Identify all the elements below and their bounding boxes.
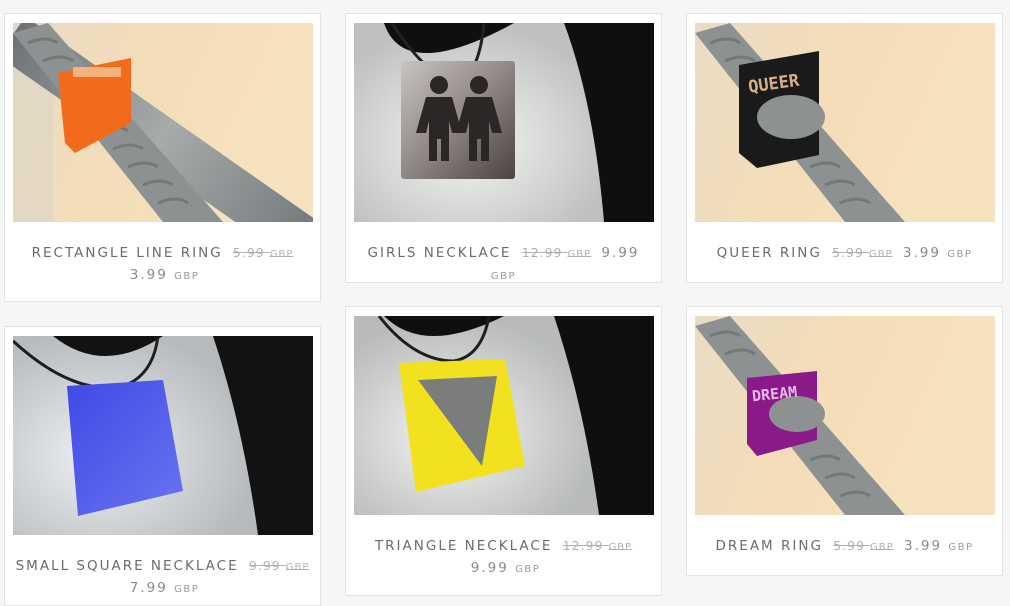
sale-price: 7.99 xyxy=(129,580,168,596)
product-name[interactable]: QUEER RING xyxy=(717,245,822,261)
currency: GBP xyxy=(947,249,973,260)
product-caption: TRIANGLE NECKLACE 12.99 GBP 9.99 GBP xyxy=(346,535,661,580)
product-image-rectangle-line-ring[interactable] xyxy=(13,23,313,222)
product-card-girls-necklace[interactable]: GIRLS NECKLACE 12.99 GBP 9.99 GBP xyxy=(345,13,662,283)
product-name[interactable]: DREAM RING xyxy=(716,538,823,554)
old-price: 12.99 GBP xyxy=(521,245,592,260)
currency: GBP xyxy=(174,271,200,282)
old-price: 9.99 GBP xyxy=(248,558,310,573)
product-image-small-square-necklace[interactable] xyxy=(13,336,313,535)
sale-price: 3.99 xyxy=(903,538,943,554)
product-image-dream-ring[interactable]: DREAM xyxy=(695,316,995,515)
product-card-dream-ring[interactable]: DREAM DREAM RING 5.99 GBP 3.99 GBP xyxy=(686,306,1003,576)
product-card-rectangle-line-ring[interactable]: RECTANGLE LINE RING 5.99 GBP 3.99 GBP xyxy=(4,13,321,302)
sale-price: 3.99 xyxy=(902,245,941,261)
product-image-queer-ring[interactable]: QUEER xyxy=(695,23,995,222)
currency: GBP xyxy=(490,271,517,282)
sale-price: 9.99 xyxy=(601,245,640,261)
sale-price: 3.99 xyxy=(129,267,168,283)
old-price: 12.99 GBP xyxy=(562,538,633,553)
product-image-triangle-necklace[interactable] xyxy=(354,316,654,515)
product-name[interactable]: SMALL SQUARE NECKLACE xyxy=(16,558,239,574)
product-caption: QUEER RING 5.99 GBP 3.99 GBP xyxy=(687,242,1002,265)
product-caption: RECTANGLE LINE RING 5.99 GBP 3.99 GBP xyxy=(5,242,320,287)
currency: GBP xyxy=(948,542,974,553)
product-card-queer-ring[interactable]: QUEER QUEER RING 5.99 GBP 3.99 GBP xyxy=(686,13,1003,283)
product-caption: GIRLS NECKLACE 12.99 GBP 9.99 GBP xyxy=(346,242,661,287)
product-card-small-square-necklace[interactable]: SMALL SQUARE NECKLACE 9.99 GBP 7.99 GBP xyxy=(4,326,321,606)
product-name[interactable]: RECTANGLE LINE RING xyxy=(32,245,223,261)
product-card-triangle-necklace[interactable]: TRIANGLE NECKLACE 12.99 GBP 9.99 GBP xyxy=(345,306,662,596)
product-name[interactable]: GIRLS NECKLACE xyxy=(368,245,512,261)
product-caption: SMALL SQUARE NECKLACE 9.99 GBP 7.99 GBP xyxy=(5,555,320,600)
sale-price: 9.99 xyxy=(470,560,509,576)
old-price: 5.99 GBP xyxy=(832,245,893,260)
old-price: 5.99 GBP xyxy=(232,245,294,260)
product-caption: DREAM RING 5.99 GBP 3.99 GBP xyxy=(687,535,1002,558)
currency: GBP xyxy=(174,584,200,595)
old-price: 5.99 GBP xyxy=(833,538,894,553)
product-name[interactable]: TRIANGLE NECKLACE xyxy=(375,538,552,554)
currency: GBP xyxy=(515,564,541,575)
product-image-girls-necklace[interactable] xyxy=(354,23,654,222)
